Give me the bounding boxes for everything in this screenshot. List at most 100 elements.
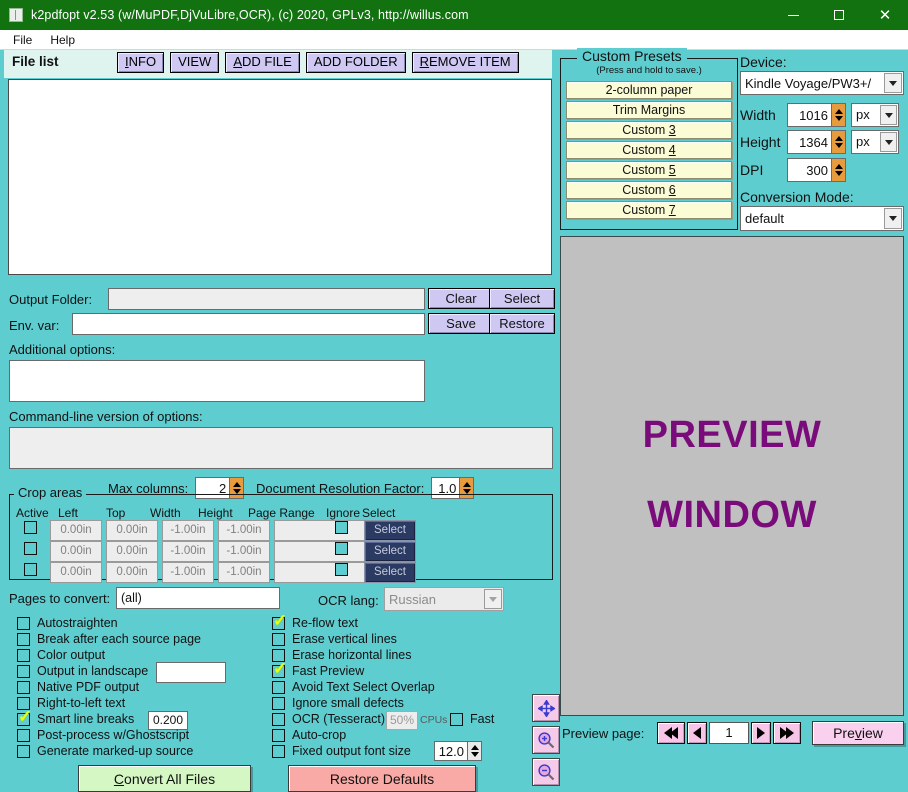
option-fast-preview[interactable]: Fast Preview bbox=[272, 659, 364, 679]
preset-button-7[interactable]: Custom 7 bbox=[566, 201, 732, 219]
spin-down-icon[interactable] bbox=[834, 143, 843, 148]
option-right-to-left-text[interactable]: Right-to-left text bbox=[17, 696, 125, 710]
crop-top-input[interactable]: 0.00in bbox=[106, 562, 158, 583]
ignore-small-defects-checkbox[interactable] bbox=[272, 696, 285, 710]
crop-width-input[interactable]: -1.00in bbox=[162, 562, 214, 583]
width-input[interactable] bbox=[787, 103, 831, 127]
fixed-font-size-arrows[interactable] bbox=[467, 741, 482, 761]
device-select[interactable]: Kindle Voyage/PW3+/ bbox=[740, 71, 904, 95]
option-erase-vertical-lines[interactable]: Erase vertical lines bbox=[272, 632, 397, 646]
ocr-cpu-percent-input[interactable]: 50% bbox=[386, 711, 418, 730]
option-ocr-fast[interactable]: Fast bbox=[450, 712, 494, 726]
convert-all-files-button[interactable]: Convert All Files bbox=[78, 765, 251, 792]
autostraighten-checkbox[interactable] bbox=[17, 616, 30, 630]
restore-defaults-button[interactable]: Restore Defaults bbox=[288, 765, 476, 792]
chevron-down-icon[interactable] bbox=[884, 73, 902, 93]
crop-ignore-checkbox[interactable] bbox=[335, 563, 348, 576]
option-post-process-ghostscript[interactable]: Post-process w/Ghostscript bbox=[17, 728, 189, 742]
crop-top-input[interactable]: 0.00in bbox=[106, 520, 158, 541]
preview-window[interactable]: PREVIEW WINDOW bbox=[560, 236, 904, 716]
crop-left-input[interactable]: 0.00in bbox=[50, 541, 102, 562]
preset-button-6[interactable]: Custom 6 bbox=[566, 181, 732, 199]
crop-select-button[interactable]: Select bbox=[364, 562, 416, 583]
fast-preview-checkbox[interactable] bbox=[272, 659, 287, 679]
fixed-font-size-stepper[interactable] bbox=[434, 741, 482, 761]
fixed-font-size-input[interactable] bbox=[434, 741, 467, 761]
crop-select-button[interactable]: Select bbox=[364, 520, 416, 541]
add-folder-button[interactable]: ADD FOLDER bbox=[305, 52, 406, 73]
dpi-stepper[interactable] bbox=[787, 158, 846, 182]
preview-button[interactable]: Preview bbox=[812, 721, 904, 745]
crop-height-input[interactable]: -1.00in bbox=[218, 520, 270, 541]
option-erase-horizontal-lines[interactable]: Erase horizontal lines bbox=[272, 648, 412, 662]
crop-height-input[interactable]: -1.00in bbox=[218, 562, 270, 583]
height-unit-select[interactable]: px bbox=[851, 130, 899, 154]
option-break-after-source-page[interactable]: Break after each source page bbox=[17, 632, 201, 646]
option-ocr-tesseract[interactable]: OCR (Tesseract) bbox=[272, 712, 385, 726]
crop-ignore-checkbox[interactable] bbox=[335, 521, 348, 534]
crop-active-checkbox[interactable] bbox=[24, 563, 37, 576]
crop-height-input[interactable]: -1.00in bbox=[218, 541, 270, 562]
preset-button-1[interactable]: 2-column paper bbox=[566, 81, 732, 99]
minimize-button[interactable] bbox=[770, 0, 816, 30]
chevron-down-icon[interactable] bbox=[880, 105, 897, 125]
post-process-ghostscript-checkbox[interactable] bbox=[17, 728, 30, 742]
spin-up-icon[interactable] bbox=[232, 482, 241, 487]
preview-page-input[interactable]: 1 bbox=[709, 722, 749, 744]
crop-ignore-checkbox[interactable] bbox=[335, 542, 348, 555]
spin-up-icon[interactable] bbox=[470, 745, 479, 750]
ocr-lang-select[interactable]: Russian bbox=[384, 587, 504, 611]
save-button[interactable]: Save bbox=[428, 313, 494, 334]
output-folder-input[interactable] bbox=[108, 288, 425, 310]
landscape-pages-input[interactable] bbox=[156, 662, 226, 683]
width-stepper[interactable] bbox=[787, 103, 846, 127]
next-page-button[interactable] bbox=[751, 722, 771, 744]
height-input[interactable] bbox=[787, 130, 831, 154]
ocr-tesseract-checkbox[interactable] bbox=[272, 712, 285, 726]
chevron-down-icon[interactable] bbox=[484, 589, 502, 609]
pages-to-convert-input[interactable] bbox=[116, 587, 280, 609]
output-landscape-checkbox[interactable] bbox=[17, 664, 30, 678]
erase-vertical-lines-checkbox[interactable] bbox=[272, 632, 285, 646]
auto-crop-checkbox[interactable] bbox=[272, 728, 285, 742]
option-avoid-text-select-overlap[interactable]: Avoid Text Select Overlap bbox=[272, 680, 435, 694]
last-page-button[interactable] bbox=[773, 722, 801, 744]
first-page-button[interactable] bbox=[657, 722, 685, 744]
zoom-out-button[interactable] bbox=[532, 758, 560, 786]
dpi-arrows[interactable] bbox=[831, 158, 846, 182]
preset-button-2[interactable]: Trim Margins bbox=[566, 101, 732, 119]
spin-up-icon[interactable] bbox=[834, 136, 843, 141]
spin-up-icon[interactable] bbox=[834, 109, 843, 114]
additional-options-input[interactable] bbox=[9, 360, 425, 402]
crop-page-range-input[interactable] bbox=[274, 562, 378, 583]
crop-active-checkbox[interactable] bbox=[24, 521, 37, 534]
maximize-button[interactable] bbox=[816, 0, 862, 30]
option-autostraighten[interactable]: Autostraighten bbox=[17, 616, 118, 630]
option-ignore-small-defects[interactable]: Ignore small defects bbox=[272, 696, 404, 710]
env-var-input[interactable] bbox=[72, 313, 425, 335]
spin-up-icon[interactable] bbox=[462, 482, 471, 487]
chevron-down-icon[interactable] bbox=[880, 132, 897, 152]
crop-left-input[interactable]: 0.00in bbox=[50, 520, 102, 541]
menu-item-help[interactable]: Help bbox=[41, 30, 84, 50]
option-output-landscape[interactable]: Output in landscape bbox=[17, 664, 148, 678]
prev-page-button[interactable] bbox=[687, 722, 707, 744]
crop-page-range-input[interactable] bbox=[274, 520, 378, 541]
option-color-output[interactable]: Color output bbox=[17, 648, 105, 662]
crop-top-input[interactable]: 0.00in bbox=[106, 541, 158, 562]
crop-width-input[interactable]: -1.00in bbox=[162, 520, 214, 541]
option-smart-line-breaks[interactable]: Smart line breaks bbox=[17, 707, 134, 727]
info-button[interactable]: INFO bbox=[117, 52, 165, 73]
menu-item-file[interactable]: File bbox=[4, 30, 41, 50]
spin-up-icon[interactable] bbox=[834, 164, 843, 169]
spin-down-icon[interactable] bbox=[470, 752, 479, 757]
ocr-fast-checkbox[interactable] bbox=[450, 712, 463, 726]
color-output-checkbox[interactable] bbox=[17, 648, 30, 662]
crop-page-range-input[interactable] bbox=[274, 541, 378, 562]
option-reflow-text[interactable]: Re-flow text bbox=[272, 611, 358, 631]
native-pdf-output-checkbox[interactable] bbox=[17, 680, 30, 694]
crop-select-button[interactable]: Select bbox=[364, 541, 416, 562]
preset-button-3[interactable]: Custom 3 bbox=[566, 121, 732, 139]
height-arrows[interactable] bbox=[831, 130, 846, 154]
add-file-button[interactable]: ADD FILE bbox=[225, 52, 300, 73]
